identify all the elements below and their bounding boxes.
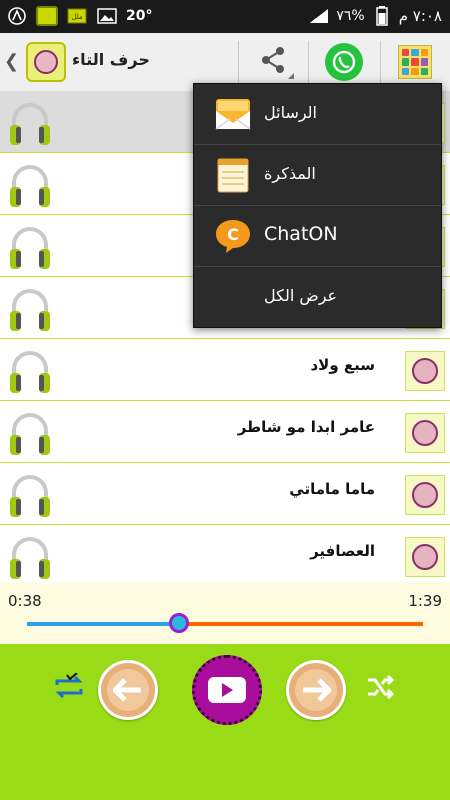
divider xyxy=(308,41,309,83)
play-button[interactable] xyxy=(192,655,262,725)
headphones-icon xyxy=(8,285,52,333)
app-logo[interactable] xyxy=(26,42,66,82)
shuffle-button[interactable] xyxy=(364,674,398,704)
list-item[interactable]: العصافير xyxy=(0,525,450,582)
song-title: عامر ابدا مو شاطر xyxy=(237,418,375,436)
share-menu-item-see-all[interactable]: عرض الكل xyxy=(194,267,441,327)
back-chevron-icon[interactable]: ❮ xyxy=(4,51,19,72)
clock: ٧:٠٨ م xyxy=(398,7,442,25)
list-item[interactable]: عامر ابدا مو شاطر xyxy=(0,401,450,463)
seek-handle[interactable] xyxy=(169,613,190,633)
share-menu-label: المذكرة xyxy=(264,164,316,183)
headphones-icon xyxy=(8,161,52,209)
song-thumbnail xyxy=(405,351,445,391)
share-button[interactable] xyxy=(240,39,306,85)
battery-percent: ٧٦% xyxy=(336,8,365,24)
seek-bar-panel: 0:38 1:39 xyxy=(0,582,450,644)
song-thumbnail xyxy=(405,537,445,577)
headphones-icon xyxy=(8,99,52,147)
share-menu-label: ChatON xyxy=(264,223,338,245)
arrow-right-icon xyxy=(295,669,337,711)
svg-text:ملل: ملل xyxy=(71,13,83,21)
share-menu: الرسائل المذكرة C ChatON عرض الكل xyxy=(193,83,442,328)
share-menu-item-messages[interactable]: الرسائل xyxy=(194,84,441,145)
apps-grid-icon[interactable] xyxy=(398,45,432,79)
memo-icon xyxy=(214,156,252,194)
seek-progress xyxy=(27,622,180,626)
previous-button[interactable] xyxy=(98,660,158,720)
share-icon xyxy=(258,45,288,79)
list-item[interactable]: ماما ماماتي xyxy=(0,463,450,525)
headphones-icon xyxy=(8,533,52,581)
shuffle-icon xyxy=(366,674,396,704)
share-menu-item-chaton[interactable]: C ChatON xyxy=(194,206,441,267)
share-menu-label: الرسائل xyxy=(264,103,317,122)
song-title: ماما ماماتي xyxy=(289,480,375,498)
app-notification-icon xyxy=(36,6,58,26)
whatsapp-share-button[interactable] xyxy=(318,39,370,85)
divider xyxy=(238,41,239,83)
cell-signal-icon xyxy=(308,5,330,27)
share-menu-item-memo[interactable]: المذكرة xyxy=(194,145,441,206)
song-thumbnail xyxy=(405,475,445,515)
song-title: العصافير xyxy=(310,542,375,560)
gallery-icon xyxy=(96,5,118,27)
song-thumbnail xyxy=(405,413,445,453)
headphones-icon xyxy=(8,347,52,395)
chaton-icon: C xyxy=(214,217,252,255)
share-menu-label: عرض الكل xyxy=(264,286,338,305)
headphones-icon xyxy=(8,471,52,519)
signal-bolt-icon xyxy=(6,5,28,27)
svg-text:C: C xyxy=(227,225,239,244)
list-item[interactable]: سبع ولاد xyxy=(0,339,450,401)
next-button[interactable] xyxy=(286,660,346,720)
arrow-left-icon xyxy=(107,669,149,711)
temperature: 20° xyxy=(126,8,153,24)
page-title: حرف التاء xyxy=(72,50,150,69)
duration: 1:39 xyxy=(408,592,442,610)
messages-icon xyxy=(214,95,252,133)
battery-icon xyxy=(371,5,393,27)
whatsapp-icon xyxy=(325,43,363,81)
headphones-icon xyxy=(8,409,52,457)
divider xyxy=(380,41,381,83)
cricket-icon: ملل xyxy=(66,5,88,27)
dropdown-corner-icon xyxy=(288,73,294,79)
song-title: سبع ولاد xyxy=(310,356,375,374)
repeat-icon xyxy=(53,672,85,705)
status-bar: ملل 20° ٧٦% ٧:٠٨ م xyxy=(0,0,450,33)
current-time: 0:38 xyxy=(8,592,42,610)
seek-slider[interactable] xyxy=(27,613,423,633)
headphones-icon xyxy=(8,223,52,271)
player-controls xyxy=(0,644,450,800)
repeat-button[interactable] xyxy=(52,672,86,705)
play-icon xyxy=(208,677,246,703)
